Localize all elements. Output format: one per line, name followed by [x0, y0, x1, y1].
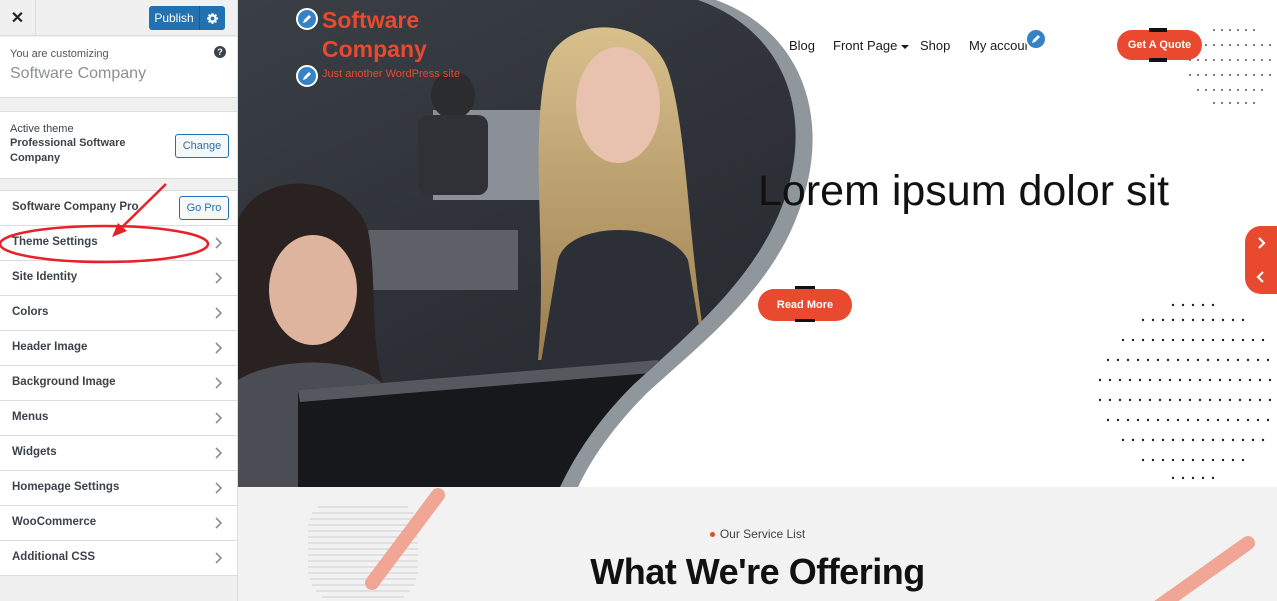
gear-icon[interactable] [200, 6, 225, 30]
help-icon[interactable]: ? [214, 46, 226, 58]
active-theme-label: Active theme [10, 123, 74, 135]
sidebar-item-widgets[interactable]: Widgets [0, 436, 237, 471]
services-title: What We're Offering [590, 551, 925, 592]
publish-button[interactable]: Publish [149, 6, 200, 30]
read-more-button[interactable]: Read More [758, 289, 852, 321]
hero-heading: Lorem ipsum dolor sit [758, 167, 1170, 215]
sidebar-item-colors[interactable]: Colors [0, 296, 237, 331]
sidebar-item-background-image[interactable]: Background Image [0, 366, 237, 401]
chevron-left-icon[interactable] [1253, 269, 1269, 285]
site-preview: Software Company Just another WordPress … [238, 0, 1277, 601]
sidebar-item-label: Menus [12, 411, 49, 423]
chevron-right-icon [215, 272, 223, 284]
services-section: Our Service List What We're Offering [238, 487, 1277, 601]
get-a-quote-button[interactable]: Get A Quote [1117, 30, 1202, 60]
sidebar-item-header-image[interactable]: Header Image [0, 331, 237, 366]
sidebar-item-label: Widgets [12, 446, 57, 458]
sidebar-item-label: Site Identity [12, 271, 78, 283]
sidebar-item-label: Additional CSS [12, 551, 96, 563]
site-tagline: Just another WordPress site [322, 68, 460, 80]
sidebar-item-additional-css[interactable]: Additional CSS [0, 541, 237, 576]
sidebar-item-label: Theme Settings [12, 236, 98, 248]
sidebar-item-label: Background Image [12, 376, 116, 388]
customizer-sidebar: ✕ Publish You are customizing Software C… [0, 0, 238, 601]
site-name: Software Company [10, 65, 147, 82]
cursor-indicator [1149, 58, 1167, 62]
sidebar-item-label: Homepage Settings [12, 481, 120, 493]
customizing-info: You are customizing Software Company ? [0, 37, 237, 98]
sidebar-item-woocommerce[interactable]: WooCommerce [0, 506, 237, 541]
sidebar-item-label: Colors [12, 306, 49, 318]
services-subtitle-text: Our Service List [719, 527, 806, 541]
customizer-menu: Software Company Pro Go Pro Theme Settin… [0, 190, 237, 576]
caret-down-icon [901, 44, 910, 49]
chevron-right-icon [215, 342, 223, 354]
chevron-right-icon [215, 552, 223, 564]
sidebar-item-menus[interactable]: Menus [0, 401, 237, 436]
chevron-right-icon [215, 412, 223, 424]
pro-label: Software Company Pro [12, 201, 139, 213]
chevron-right-icon [215, 307, 223, 319]
nav-shop[interactable]: Shop [920, 38, 950, 53]
customizer-header: ✕ Publish [0, 0, 237, 36]
close-icon[interactable]: ✕ [0, 0, 36, 36]
sidebar-item-theme-settings[interactable]: Theme Settings [0, 226, 237, 261]
active-theme-section: Active theme Professional Software Compa… [0, 111, 237, 179]
change-theme-button[interactable]: Change [175, 134, 229, 158]
bullet-icon [709, 532, 715, 538]
slider-controls [1245, 226, 1277, 294]
nav-front-page-label: Front Page [833, 38, 898, 53]
chevron-right-icon [215, 237, 223, 249]
cursor-indicator [1149, 28, 1167, 32]
cursor-indicator [795, 286, 815, 289]
sidebar-item-homepage-settings[interactable]: Homepage Settings [0, 471, 237, 506]
sidebar-item-site-identity[interactable]: Site Identity [0, 261, 237, 296]
cursor-indicator [795, 319, 815, 322]
chevron-right-icon[interactable] [1253, 235, 1269, 251]
theme-name: Professional Software Company [10, 137, 126, 164]
services-subtitle: Our Service List [238, 527, 1277, 541]
chevron-right-icon [215, 517, 223, 529]
pencil-icon[interactable] [296, 8, 318, 30]
nav-blog[interactable]: Blog [789, 38, 815, 53]
nav-front-page[interactable]: Front Page [833, 38, 910, 53]
nav-my-account[interactable]: My account [969, 38, 1029, 53]
chevron-right-icon [215, 377, 223, 389]
sidebar-item-label: Header Image [12, 341, 88, 353]
sidebar-item-label: WooCommerce [12, 516, 97, 528]
chevron-right-icon [215, 447, 223, 459]
site-title[interactable]: Software Company [322, 6, 462, 64]
pencil-icon[interactable] [296, 65, 318, 87]
chevron-right-icon [215, 482, 223, 494]
pro-row: Software Company Pro Go Pro [0, 191, 237, 226]
pencil-icon[interactable] [1025, 28, 1047, 50]
go-pro-button[interactable]: Go Pro [179, 196, 229, 220]
customizing-label: You are customizing [10, 48, 109, 60]
